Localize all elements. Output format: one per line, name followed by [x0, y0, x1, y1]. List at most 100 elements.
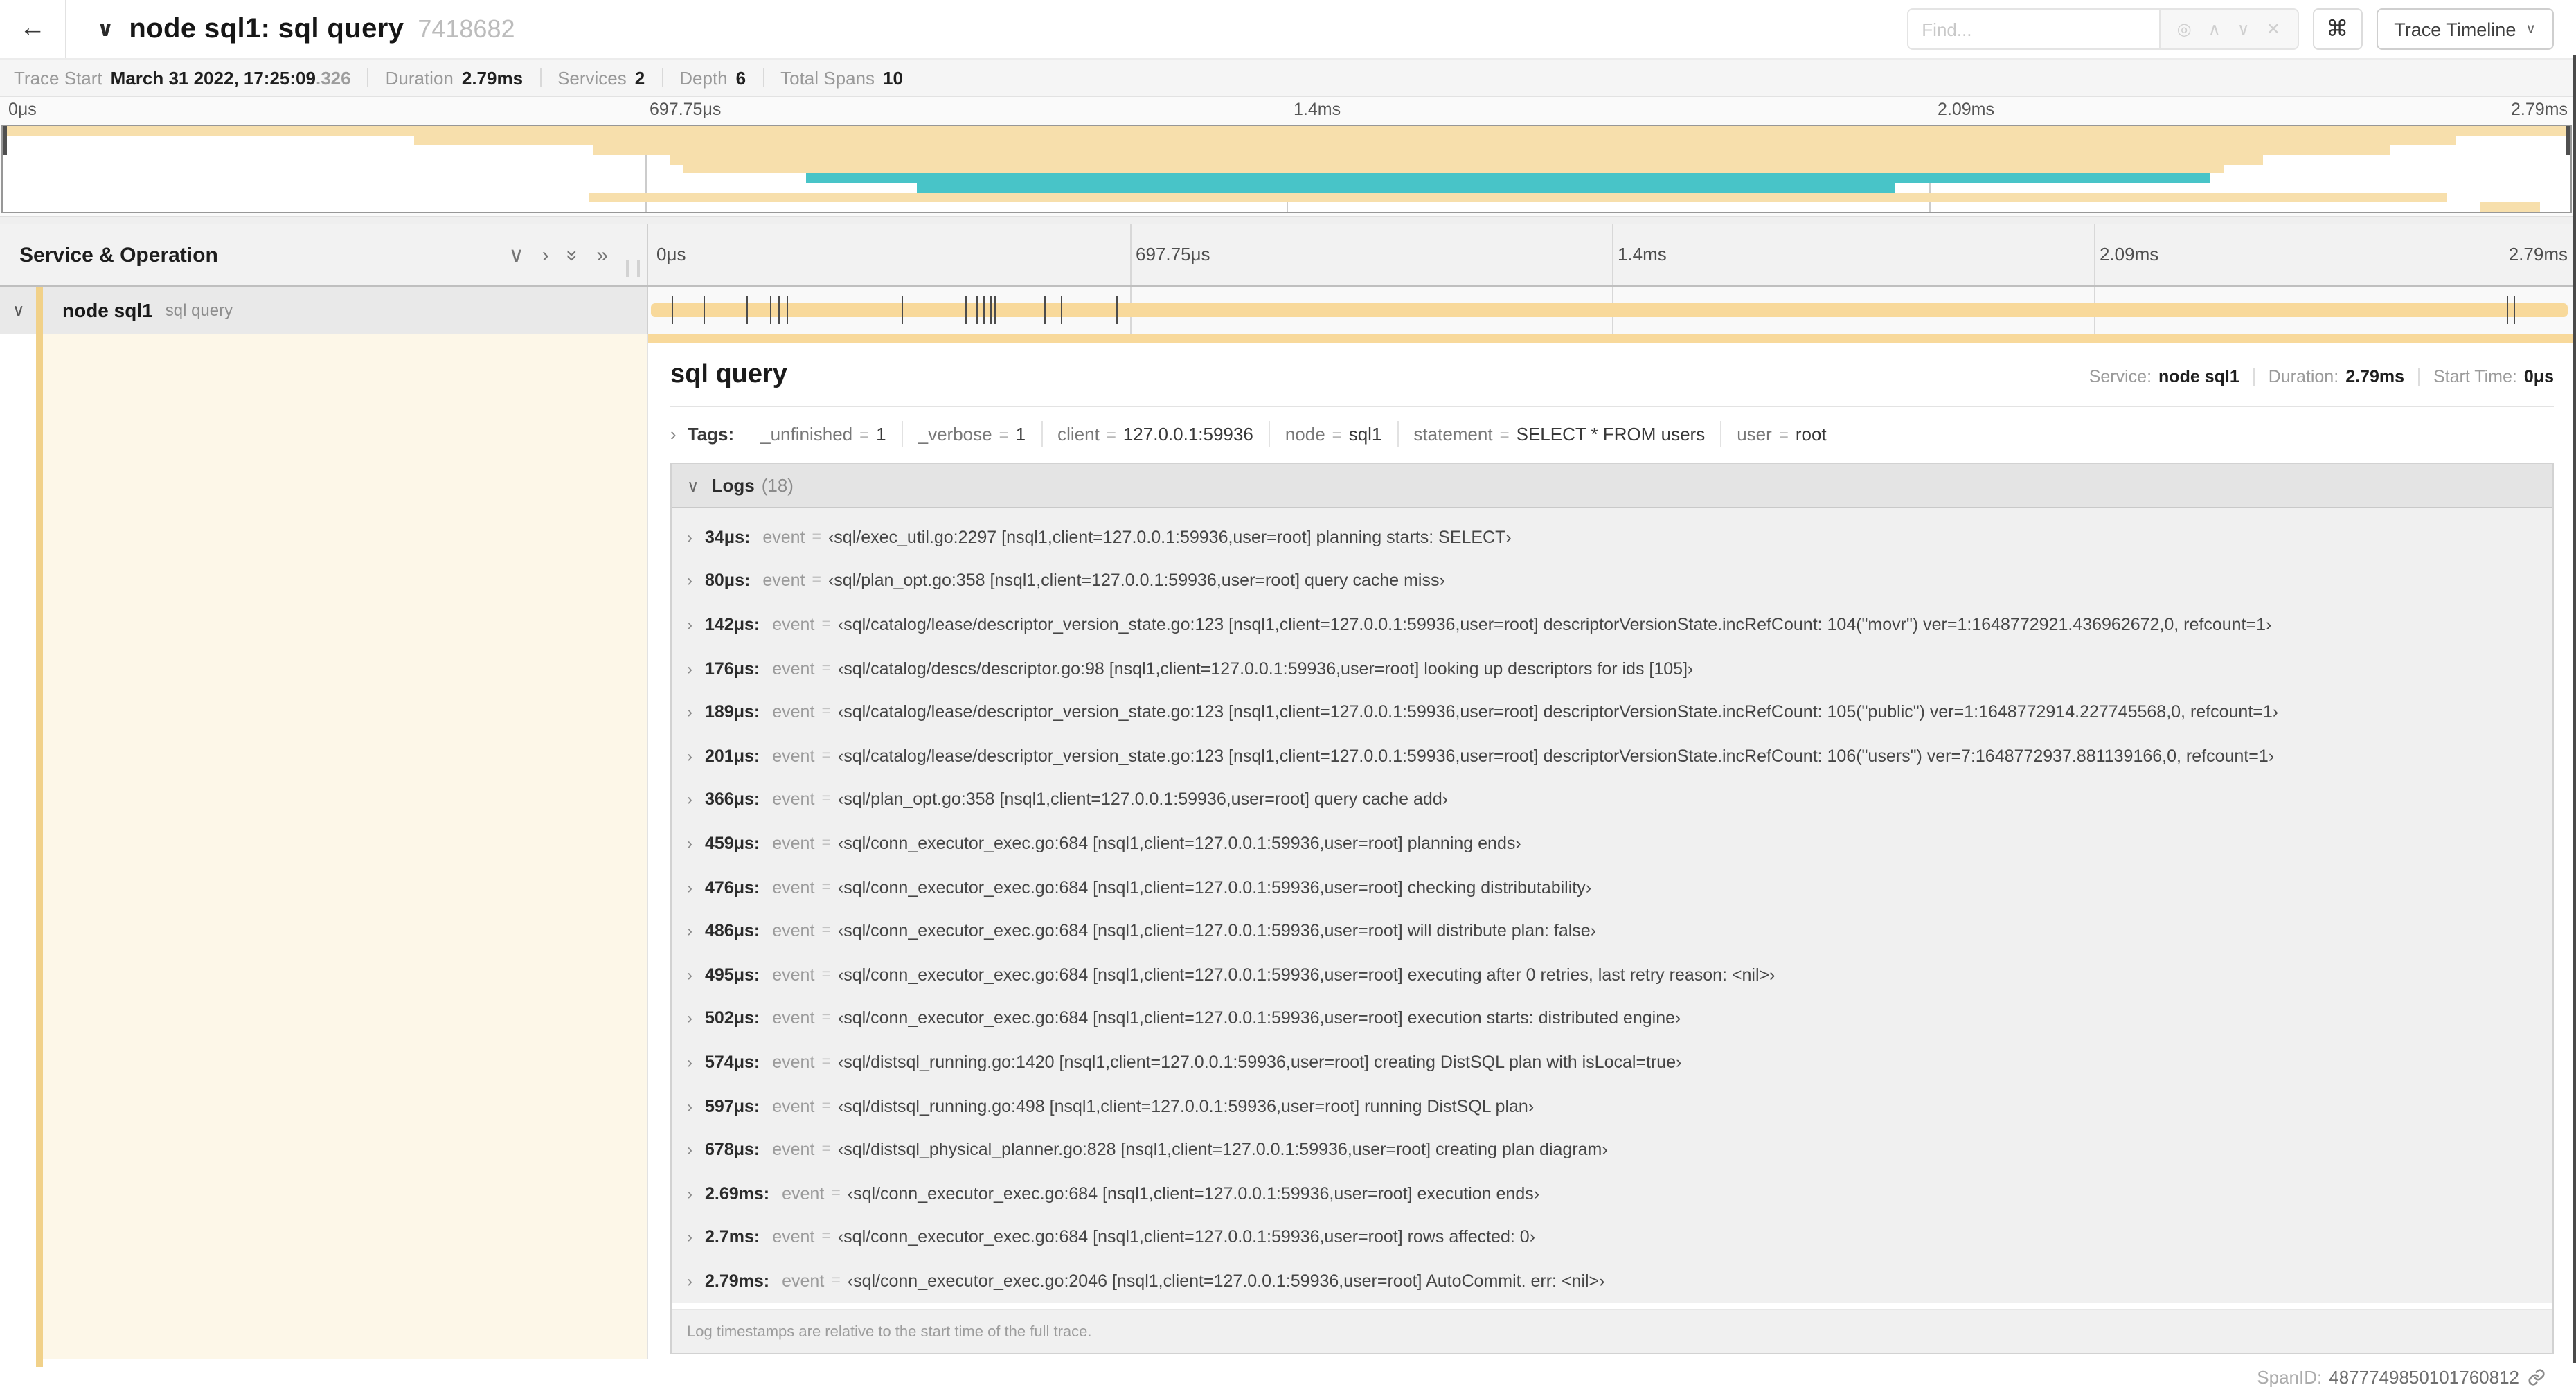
column-resizer-handle[interactable]	[626, 260, 640, 277]
scrollbar-edge[interactable]	[2573, 55, 2576, 1363]
span-duration-bar[interactable]	[651, 303, 2568, 317]
view-selector-button[interactable]: Trace Timeline ∨	[2376, 8, 2554, 50]
log-marker-tick[interactable]	[1044, 296, 1046, 324]
log-field-value: ‹sql/plan_opt.go:358 [nsql1,client=127.0…	[828, 571, 1445, 591]
log-field-value: ‹sql/conn_executor_exec.go:684 [nsql1,cl…	[847, 1183, 1540, 1203]
equals-sign: =	[1778, 424, 1789, 444]
trace-minimap: 0μs 697.75μs 1.4ms 2.09ms 2.79ms	[0, 97, 2576, 216]
span-row-name-cell[interactable]: ∨ node sql1 sql query	[0, 287, 648, 334]
collapse-all-icon[interactable]: »	[561, 249, 584, 261]
log-marker-tick[interactable]	[2514, 296, 2516, 324]
tree-controls: ∨ › » »	[509, 224, 608, 285]
tag-key: node	[1285, 424, 1325, 445]
log-entry[interactable]: › 486μs: event = ‹sql/conn_executor_exec.go:…	[672, 909, 2552, 953]
span-detail-header: sql query Service: node sql1 Duration: 2.79…	[670, 357, 2554, 391]
ruler-tick-label: 697.75μs	[650, 100, 722, 119]
stat-label: Total Spans	[780, 67, 875, 88]
log-marker-tick[interactable]	[976, 296, 978, 324]
chevron-down-icon: ∨	[687, 476, 699, 495]
equals-sign: =	[812, 572, 821, 589]
tag-pill[interactable]: _verbose = 1	[903, 421, 1043, 447]
find-input[interactable]	[1906, 8, 2161, 50]
back-button[interactable]: ←	[0, 0, 66, 58]
log-marker-tick[interactable]	[778, 296, 780, 324]
minimap-span-bar	[2480, 202, 2540, 212]
log-entry[interactable]: › 201μs: event = ‹sql/catalog/lease/descript…	[672, 734, 2552, 778]
timeline-columns-header: Service & Operation ∨ › » » 0μs 697.75μs 1…	[0, 224, 2576, 287]
log-marker-tick[interactable]	[994, 296, 996, 324]
minimap-canvas[interactable]	[1, 125, 2572, 213]
equals-sign: =	[821, 704, 831, 721]
log-entry[interactable]: › 366μs: event = ‹sql/plan_opt.go:358 [nsql1…	[672, 778, 2552, 821]
copy-link-icon[interactable]	[2528, 1368, 2546, 1386]
log-marker-tick[interactable]	[787, 296, 789, 324]
log-marker-tick[interactable]	[990, 296, 992, 324]
chevron-right-icon: ›	[687, 1227, 692, 1247]
log-entry[interactable]: › 2.7ms: event = ‹sql/conn_executor_exec.go:…	[672, 1215, 2552, 1259]
chevron-right-icon: ›	[687, 659, 692, 679]
log-entry[interactable]: › 142μs: event = ‹sql/catalog/lease/descript…	[672, 602, 2552, 646]
log-marker-tick[interactable]	[671, 296, 673, 324]
tag-value: sql1	[1348, 424, 1382, 445]
log-timestamp: 142μs:	[705, 614, 760, 634]
log-marker-tick[interactable]	[1116, 296, 1118, 324]
next-result-icon[interactable]: ∨	[2237, 19, 2250, 39]
tag-pill[interactable]: node = sql1	[1270, 421, 1399, 447]
log-entry[interactable]: › 2.79ms: event = ‹sql/conn_executor_exec.go…	[672, 1259, 2552, 1303]
log-entry[interactable]: › 176μs: event = ‹sql/catalog/descs/descript…	[672, 647, 2552, 690]
minimap-right-scrubber[interactable]	[2566, 126, 2570, 155]
tag-value: 1	[1015, 424, 1026, 445]
minimap-span-bar	[917, 183, 1895, 193]
meta-label: Start Time:	[2433, 367, 2517, 386]
equals-sign: =	[831, 1185, 841, 1202]
log-marker-tick[interactable]	[901, 296, 903, 324]
tags-label: Tags:	[687, 424, 735, 445]
log-marker-tick[interactable]	[983, 296, 985, 324]
stat-label: Depth	[679, 67, 728, 88]
log-marker-tick[interactable]	[1060, 296, 1062, 324]
log-entry[interactable]: › 678μs: event = ‹sql/distsql_physical_plann…	[672, 1128, 2552, 1172]
log-entry[interactable]: › 597μs: event = ‹sql/distsql_running.go:498…	[672, 1084, 2552, 1127]
log-entry[interactable]: › 2.69ms: event = ‹sql/conn_executor_exec.go…	[672, 1172, 2552, 1215]
collapse-trace-icon[interactable]: ∨	[97, 17, 114, 42]
minimap-left-scrubber[interactable]	[3, 126, 7, 155]
log-entry[interactable]: › 495μs: event = ‹sql/conn_executor_exec.go:…	[672, 953, 2552, 996]
collapse-children-icon[interactable]: ∨	[12, 301, 25, 320]
tag-pill[interactable]: client = 127.0.0.1:59936	[1042, 421, 1270, 447]
logs-header[interactable]: ∨ Logs (18)	[672, 464, 2552, 508]
tag-pill[interactable]: user = root	[1721, 421, 1841, 447]
equals-sign: =	[821, 1098, 831, 1115]
expand-one-icon[interactable]: ›	[542, 244, 549, 265]
equals-sign: =	[821, 747, 831, 764]
log-marker-tick[interactable]	[769, 296, 771, 324]
tag-key: _unfinished	[760, 424, 853, 445]
log-entry[interactable]: › 189μs: event = ‹sql/catalog/lease/descript…	[672, 690, 2552, 734]
log-entry[interactable]: › 476μs: event = ‹sql/conn_executor_exec.go:…	[672, 866, 2552, 909]
log-marker-tick[interactable]	[703, 296, 705, 324]
keyboard-shortcuts-button[interactable]: ⌘	[2312, 8, 2363, 50]
equals-sign: =	[821, 879, 831, 896]
span-bar-cell[interactable]	[648, 287, 2576, 334]
tags-row[interactable]: › Tags: _unfinished = 1 _verbose = 1 client = 12…	[670, 421, 2554, 447]
tag-pill[interactable]: _unfinished = 1	[745, 421, 903, 447]
span-row[interactable]: ∨ node sql1 sql query	[0, 287, 2576, 334]
log-entry[interactable]: › 80μs: event = ‹sql/plan_opt.go:358 [nsql1,…	[672, 559, 2552, 602]
timeline-gridline	[1612, 224, 1613, 285]
focus-match-icon[interactable]: ◎	[2177, 19, 2192, 39]
log-entry[interactable]: › 459μs: event = ‹sql/conn_executor_exec.go:…	[672, 821, 2552, 865]
log-entry[interactable]: › 502μs: event = ‹sql/conn_executor_exec.go:…	[672, 996, 2552, 1040]
log-entry[interactable]: › 34μs: event = ‹sql/exec_util.go:2297 [nsql…	[672, 515, 2552, 559]
prev-result-icon[interactable]: ∧	[2208, 19, 2221, 39]
log-timestamp: 678μs:	[705, 1140, 760, 1160]
chevron-down-icon: ∨	[2525, 21, 2536, 37]
log-marker-tick[interactable]	[965, 296, 967, 324]
trace-id: 7418682	[418, 15, 515, 42]
log-marker-tick[interactable]	[746, 296, 748, 324]
tag-pill[interactable]: statement = SELECT * FROM users	[1398, 421, 1722, 447]
expand-all-icon[interactable]: »	[596, 244, 608, 265]
clear-find-icon[interactable]: ✕	[2266, 19, 2280, 39]
log-marker-tick[interactable]	[2507, 296, 2509, 324]
meta-separator	[2418, 368, 2420, 386]
log-entry[interactable]: › 574μs: event = ‹sql/distsql_running.go:142…	[672, 1040, 2552, 1084]
collapse-one-icon[interactable]: ∨	[509, 244, 524, 265]
